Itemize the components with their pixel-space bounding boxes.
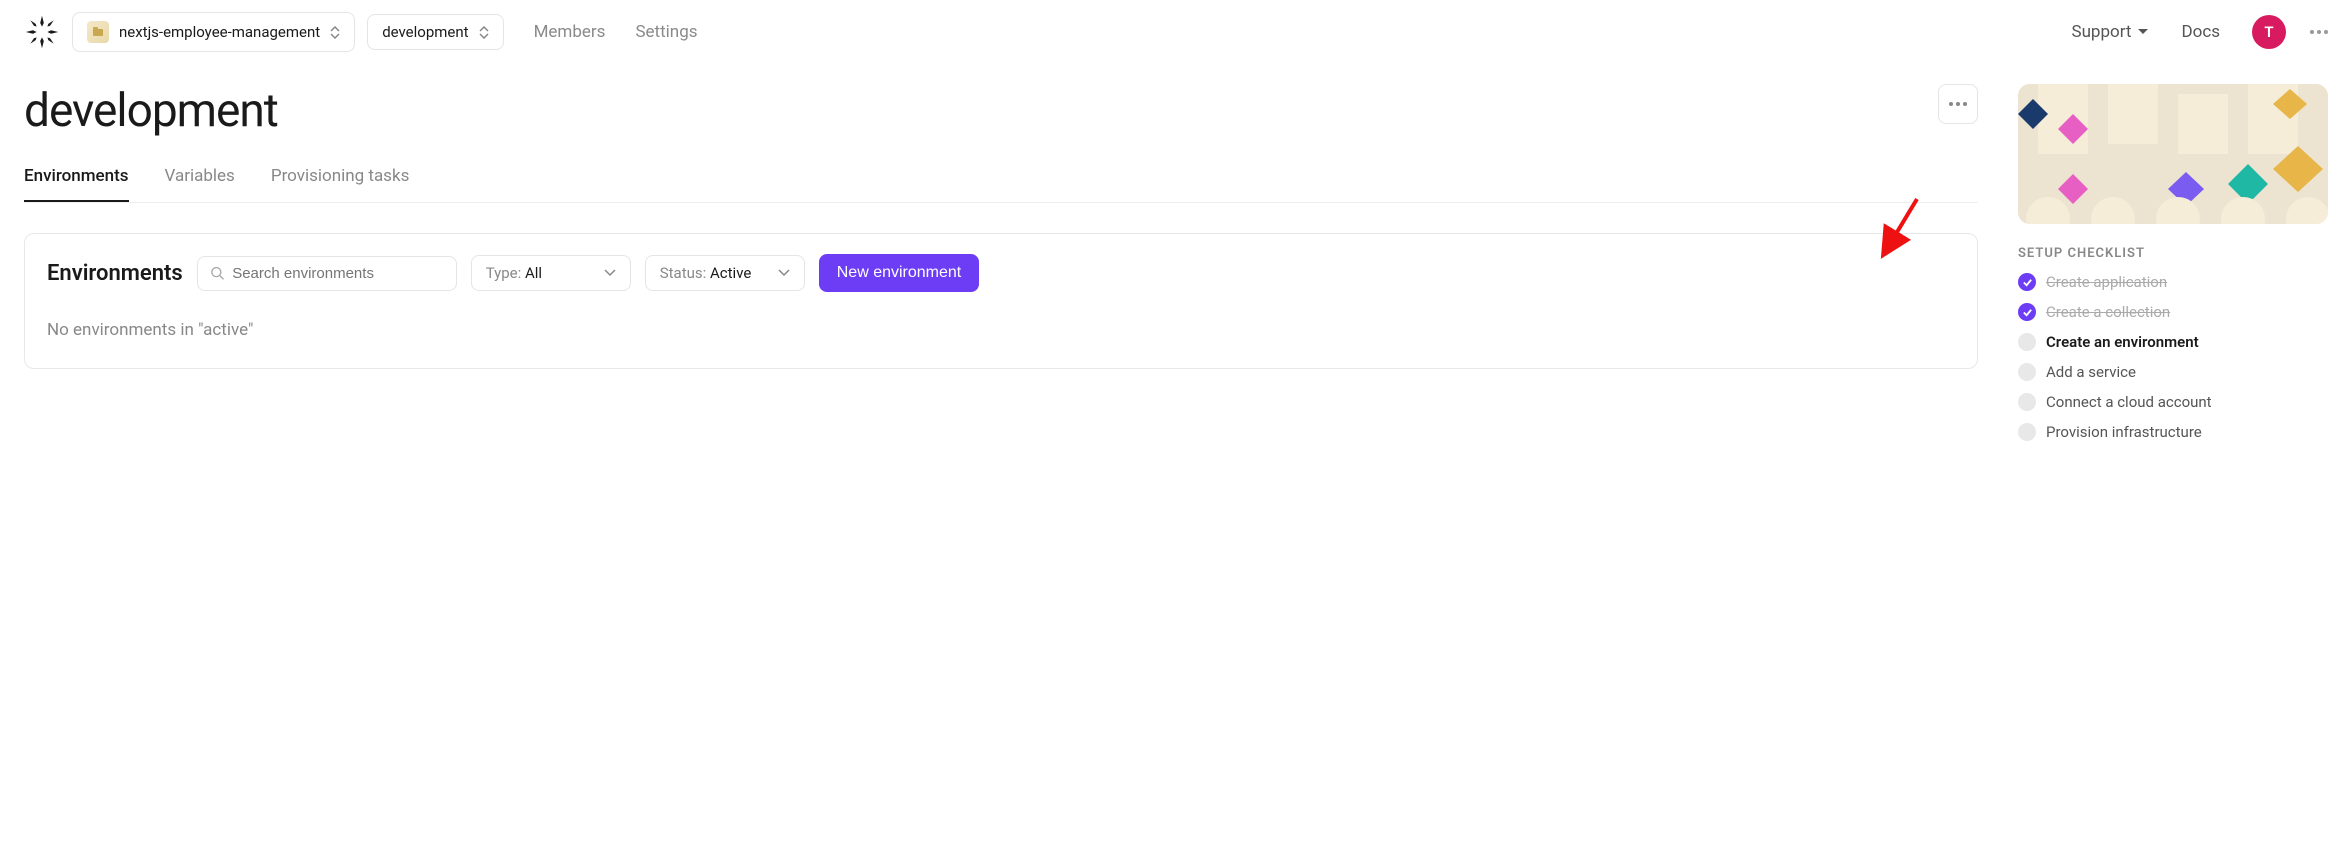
chevron-updown-icon (479, 26, 489, 39)
checklist-item-label: Add a service (2046, 363, 2136, 381)
caret-down-icon (2137, 28, 2149, 36)
nav-settings[interactable]: Settings (635, 22, 697, 42)
more-icon[interactable] (2310, 30, 2328, 34)
avatar[interactable]: T (2252, 15, 2286, 49)
project-icon (87, 21, 109, 43)
panel-title: Environments (47, 261, 183, 286)
decorative-banner (2018, 84, 2328, 224)
top-header: nextjs-employee-management development M… (0, 0, 2352, 64)
environments-panel: Environments Type: All Status: Active Ne… (24, 233, 1978, 369)
checklist-item[interactable]: Provision infrastructure (2018, 423, 2328, 441)
nav-members[interactable]: Members (534, 22, 606, 42)
checklist-title: SETUP CHECKLIST (2018, 246, 2328, 261)
project-selector[interactable]: nextjs-employee-management (72, 12, 355, 52)
status-value: Active (710, 264, 751, 282)
search-icon (210, 265, 224, 281)
checklist-item-label: Create application (2046, 273, 2167, 291)
checklist-item[interactable]: Create an environment (2018, 333, 2328, 351)
page-actions-button[interactable] (1938, 84, 1978, 124)
search-input[interactable] (232, 265, 444, 282)
check-pending-icon (2018, 393, 2036, 411)
support-label: Support (2071, 22, 2131, 42)
chevron-down-icon (604, 269, 616, 277)
checklist-item[interactable]: Add a service (2018, 363, 2328, 381)
tab-provisioning[interactable]: Provisioning tasks (271, 166, 410, 202)
status-filter[interactable]: Status: Active (645, 255, 805, 291)
check-pending-icon (2018, 333, 2036, 351)
checklist-item[interactable]: Create a collection (2018, 303, 2328, 321)
search-input-wrap[interactable] (197, 256, 457, 291)
chevron-down-icon (778, 269, 790, 277)
environment-name: development (382, 23, 468, 41)
check-pending-icon (2018, 363, 2036, 381)
sidebar: SETUP CHECKLIST Create application Create… (2018, 84, 2328, 441)
new-environment-button[interactable]: New environment (819, 254, 980, 292)
environment-selector[interactable]: development (367, 14, 503, 50)
checklist-item-label: Create an environment (2046, 333, 2199, 351)
check-complete-icon (2018, 273, 2036, 291)
type-label: Type: (486, 264, 522, 282)
checklist-item-label: Create a collection (2046, 303, 2170, 321)
checklist-item-label: Provision infrastructure (2046, 423, 2202, 441)
tab-environments[interactable]: Environments (24, 166, 129, 202)
project-name: nextjs-employee-management (119, 23, 320, 41)
chevron-updown-icon (330, 26, 340, 39)
checklist-item[interactable]: Create application (2018, 273, 2328, 291)
tab-variables[interactable]: Variables (165, 166, 235, 202)
type-value: All (525, 264, 542, 282)
avatar-initial: T (2264, 23, 2273, 41)
checklist-item[interactable]: Connect a cloud account (2018, 393, 2328, 411)
page-title: development (24, 84, 278, 138)
check-complete-icon (2018, 303, 2036, 321)
check-pending-icon (2018, 423, 2036, 441)
status-label: Status: (660, 264, 707, 282)
logo-icon[interactable] (24, 14, 60, 50)
support-menu[interactable]: Support (2071, 22, 2149, 42)
type-filter[interactable]: Type: All (471, 255, 631, 291)
checklist-item-label: Connect a cloud account (2046, 393, 2212, 411)
empty-state-message: No environments in "active" (47, 320, 1955, 340)
docs-link[interactable]: Docs (2181, 22, 2220, 42)
tabs: Environments Variables Provisioning task… (24, 166, 1978, 203)
